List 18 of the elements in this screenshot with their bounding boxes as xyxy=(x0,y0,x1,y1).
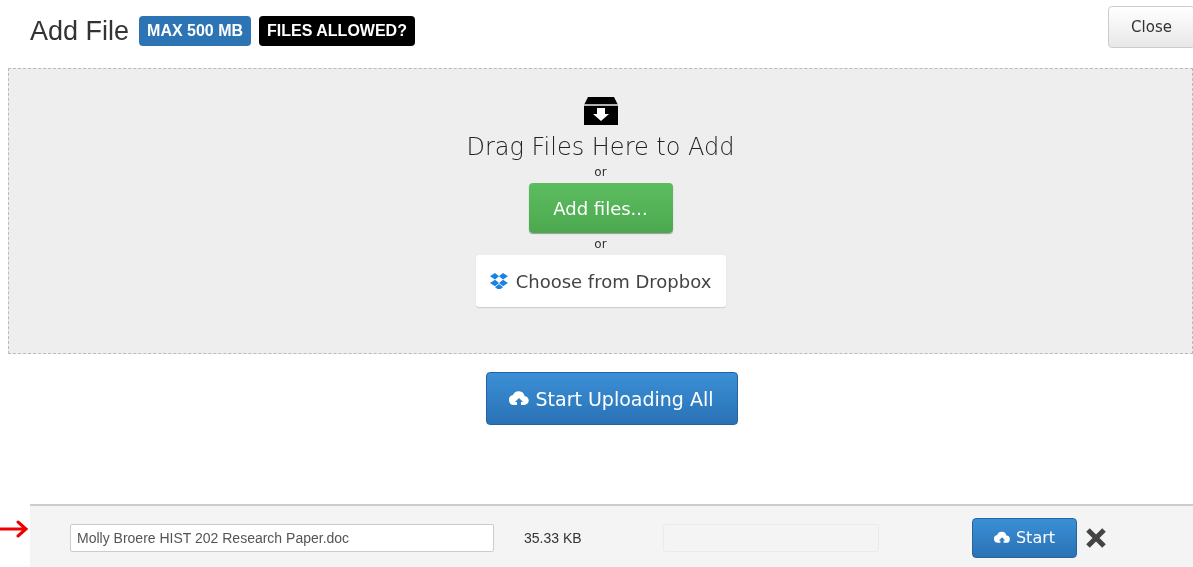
or-text: or xyxy=(594,165,607,179)
info-badge: FILES ALLOWED? xyxy=(259,16,415,46)
drop-heading: Drag Files Here to Add xyxy=(466,133,735,161)
info-badge: MAX 500 MB xyxy=(139,16,252,46)
dropbox-icon xyxy=(489,273,508,289)
cloud-upload-icon xyxy=(509,390,530,407)
dropbox-button[interactable]: Choose from Dropbox xyxy=(475,255,726,307)
file-size: 35.33 KB xyxy=(524,529,583,546)
or-text: or xyxy=(594,237,607,251)
start-button[interactable]: Start xyxy=(972,517,1077,558)
file-name-field[interactable]: Molly Broere HIST 202 Research Paper.doc xyxy=(70,523,494,552)
close-button[interactable]: Close xyxy=(1108,6,1193,48)
cloud-upload-icon xyxy=(993,530,1010,545)
dialog-title: Add File xyxy=(30,15,130,47)
drop-zone[interactable]: Drag Files Here to Add or Add files... or Choose from Dropbox xyxy=(8,68,1193,354)
start-uploading-all-button[interactable]: Start Uploading All xyxy=(485,372,738,425)
close-icon[interactable] xyxy=(1085,526,1107,549)
archive-download-icon xyxy=(583,97,618,125)
